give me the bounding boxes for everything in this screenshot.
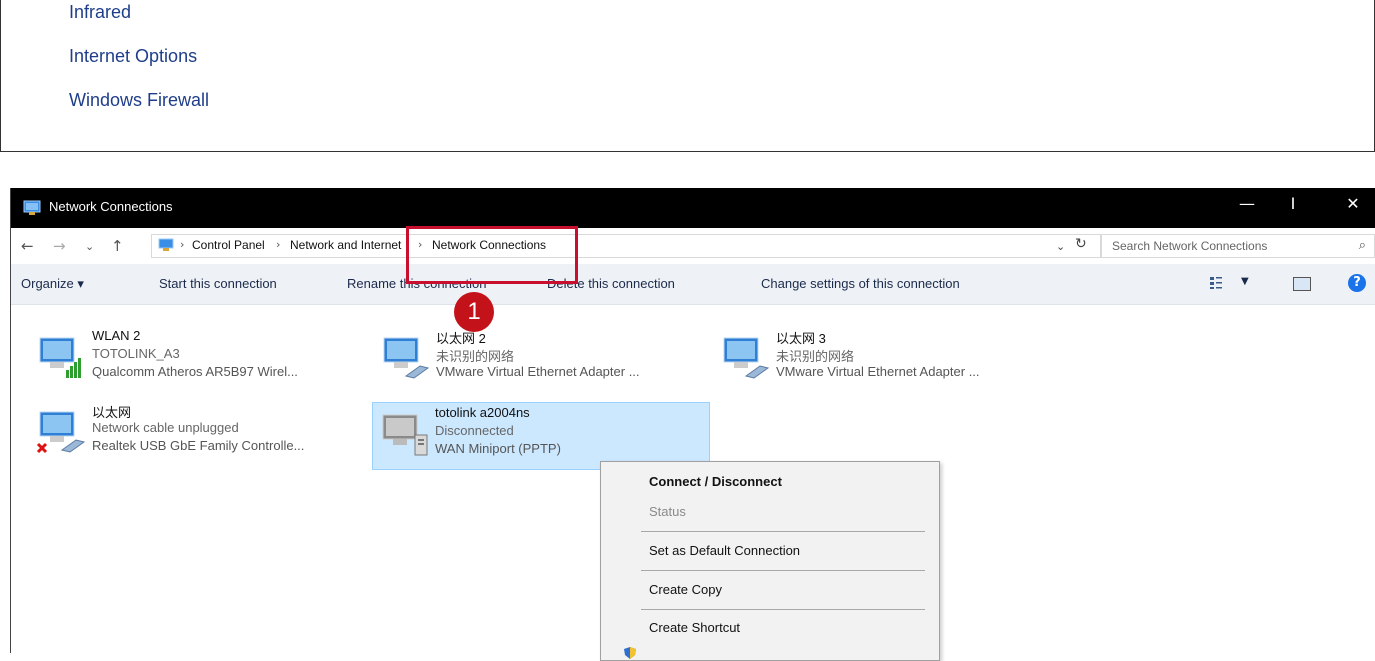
menu-separator	[641, 609, 925, 610]
breadcrumb-network-and-internet[interactable]: Network and Internet	[290, 238, 401, 252]
connection-status: Disconnected	[435, 423, 514, 438]
connection-item[interactable]: 以太网 2 未识别的网络 VMware Virtual Ethernet Ada…	[374, 326, 714, 396]
connection-item-selected[interactable]: totolink a2004ns Disconnected WAN Minipo…	[372, 402, 710, 470]
organize-menu-button[interactable]: Organize ▾	[21, 276, 84, 292]
link-internet-options[interactable]: Internet Options	[69, 46, 197, 67]
change-view-icon[interactable]	[1209, 276, 1223, 290]
search-input[interactable]	[1110, 238, 1334, 254]
connection-status: TOTOLINK_A3	[92, 346, 180, 361]
connection-name: totolink a2004ns	[435, 405, 530, 420]
maximize-button[interactable]: I	[1273, 194, 1313, 213]
menu-separator	[641, 531, 925, 532]
refresh-icon[interactable]: ↻	[1075, 236, 1087, 252]
command-bar: Organize ▾ Start this connection Rename …	[11, 264, 1375, 305]
connection-device: VMware Virtual Ethernet Adapter ...	[436, 364, 640, 379]
network-connections-icon	[23, 200, 41, 215]
window-title: Network Connections	[49, 199, 173, 214]
preview-pane-icon[interactable]	[1293, 277, 1311, 291]
menu-item-create-shortcut[interactable]: Create Shortcut	[649, 620, 740, 635]
change-settings-button[interactable]: Change settings of this connection	[761, 276, 960, 291]
shield-icon	[624, 647, 636, 659]
forward-arrow-icon[interactable]: →	[53, 237, 66, 255]
ethernet-adapter-icon	[383, 337, 430, 379]
minimize-button[interactable]: —	[1227, 194, 1267, 213]
ethernet-adapter-icon	[723, 337, 770, 379]
connection-name: 以太网 3	[776, 331, 826, 346]
search-icon[interactable]: ⌕	[1359, 238, 1366, 253]
context-menu: Connect / Disconnect Status Set as Defau…	[600, 461, 940, 661]
search-box[interactable]: ⌕	[1101, 234, 1375, 258]
ethernet-unplugged-icon	[36, 411, 86, 454]
control-panel-list-pane: Infrared Internet Options Windows Firewa…	[0, 0, 1375, 152]
menu-item-status[interactable]: Status	[649, 504, 686, 519]
address-bar: ← → ⌄ ↑ › Control Panel › Network and In…	[11, 228, 1375, 264]
connection-device: Realtek USB GbE Family Controlle...	[92, 438, 305, 453]
breadcrumb-control-panel[interactable]: Control Panel	[192, 238, 265, 252]
up-arrow-icon[interactable]: ↑	[111, 237, 124, 255]
connection-item[interactable]: 以太网 3 未识别的网络 VMware Virtual Ethernet Ada…	[714, 326, 1064, 396]
back-arrow-icon[interactable]: ←	[21, 237, 34, 255]
wifi-adapter-icon	[39, 337, 81, 378]
start-connection-button[interactable]: Start this connection	[159, 276, 277, 291]
help-icon[interactable]: ?	[1348, 274, 1366, 292]
connection-name: WLAN 2	[92, 328, 141, 343]
control-panel-icon	[158, 238, 174, 251]
annotation-highlight-box	[406, 226, 578, 284]
view-dropdown-icon[interactable]: ▼	[1241, 276, 1249, 287]
menu-item-set-default[interactable]: Set as Default Connection	[649, 543, 800, 558]
address-dropdown-icon[interactable]: ⌄	[1056, 240, 1065, 253]
connection-status: Network cable unplugged	[92, 420, 239, 435]
connection-item[interactable]: 以太网 Network cable unplugged Realtek USB …	[30, 400, 370, 470]
link-windows-firewall[interactable]: Windows Firewall	[69, 90, 209, 111]
connection-status: 未识别的网络	[776, 349, 855, 364]
link-infrared[interactable]: Infrared	[69, 2, 131, 23]
breadcrumb[interactable]: › Control Panel › Network and Internet ›…	[151, 234, 1101, 258]
title-bar[interactable]: Network Connections — I ✕	[11, 188, 1375, 228]
breadcrumb-separator-icon: ›	[276, 238, 281, 251]
menu-item-create-copy[interactable]: Create Copy	[649, 582, 722, 597]
recent-locations-chevron-icon[interactable]: ⌄	[85, 240, 94, 253]
connection-item[interactable]: WLAN 2 TOTOLINK_A3 Qualcomm Atheros AR5B…	[30, 326, 370, 396]
menu-item-connect-disconnect[interactable]: Connect / Disconnect	[649, 474, 782, 489]
vpn-adapter-icon	[382, 414, 428, 456]
connection-status: 未识别的网络	[436, 349, 515, 364]
breadcrumb-separator-icon: ›	[180, 238, 185, 251]
menu-separator	[641, 570, 925, 571]
connection-device: VMware Virtual Ethernet Adapter ...	[776, 364, 980, 379]
connection-device: WAN Miniport (PPTP)	[435, 441, 561, 456]
step-number-badge: 1	[454, 292, 494, 332]
connection-name: 以太网	[92, 405, 132, 420]
close-button[interactable]: ✕	[1333, 194, 1373, 213]
connection-device: Qualcomm Atheros AR5B97 Wirel...	[92, 364, 298, 379]
